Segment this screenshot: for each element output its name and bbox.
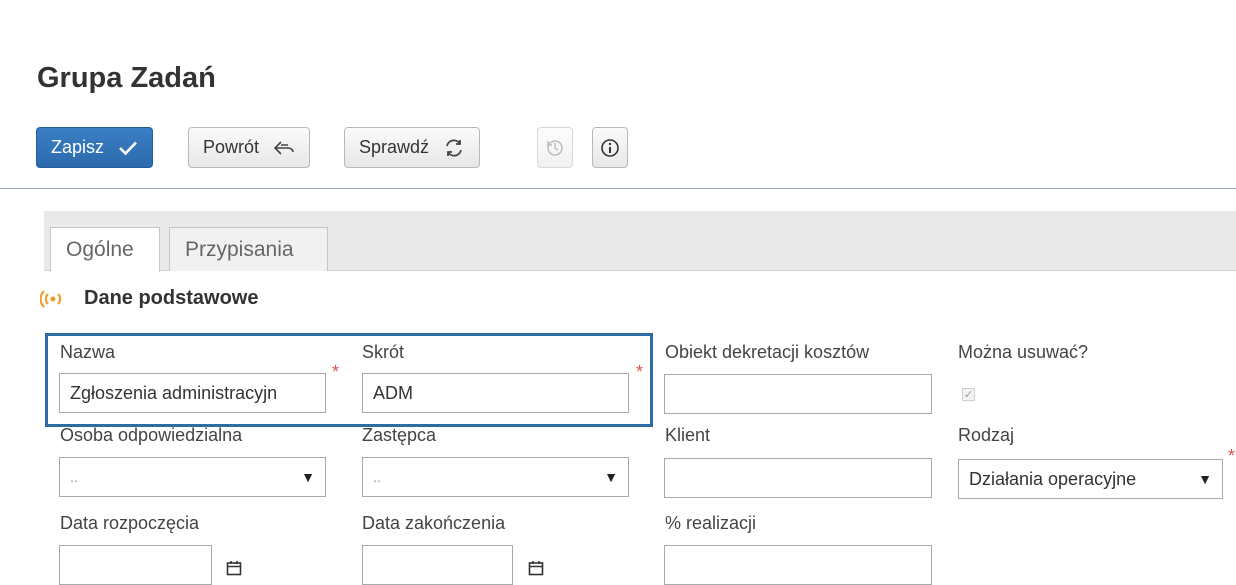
back-button[interactable]: Powrót (188, 127, 311, 168)
deletable-label: Można usuwać? (958, 342, 1089, 362)
history-icon (545, 138, 565, 158)
required-marker: * (1228, 446, 1236, 466)
client-input[interactable] (664, 458, 932, 498)
abbreviation-label: Skrót (362, 342, 405, 362)
check-button-label: Sprawdź (359, 137, 430, 157)
completion-percent-label: % realizacji (665, 513, 757, 533)
required-marker: * (636, 362, 644, 382)
abbreviation-input[interactable]: ADM (362, 373, 629, 413)
save-button-label: Zapisz (51, 137, 105, 157)
cost-object-input[interactable] (664, 374, 932, 414)
check-icon (118, 140, 138, 156)
dropdown-arrow-icon: ▼ (604, 469, 618, 485)
name-label: Nazwa (60, 342, 116, 362)
tab-assignments[interactable]: Przypisania (169, 227, 328, 271)
check-button[interactable]: Sprawdź (344, 127, 481, 168)
deputy-label: Zastępca (362, 425, 437, 445)
dropdown-arrow-icon: ▼ (301, 469, 315, 485)
type-value: Działania operacyjne (969, 468, 1137, 489)
type-select[interactable]: Działania operacyjne ▼ (958, 459, 1223, 499)
completion-percent-input[interactable] (664, 545, 932, 585)
responsible-person-value: .. (70, 469, 78, 485)
end-date-input[interactable] (362, 545, 513, 585)
section-header: Dane podstawowe (40, 287, 258, 310)
broadcast-icon (40, 288, 66, 310)
history-button[interactable] (537, 127, 573, 168)
required-marker: * (332, 362, 340, 382)
deletable-checkbox[interactable]: ✓ (962, 388, 975, 401)
info-icon (600, 138, 620, 158)
calendar-icon[interactable] (528, 560, 544, 576)
cost-object-label: Obiekt dekretacji kosztów (665, 342, 870, 362)
section-title: Dane podstawowe (84, 287, 259, 309)
deputy-value: .. (373, 469, 381, 485)
start-date-label: Data rozpoczęcia (60, 513, 200, 533)
undo-arrow-icon (273, 139, 295, 157)
dropdown-arrow-icon: ▼ (1198, 471, 1212, 487)
start-date-input[interactable] (59, 545, 212, 585)
responsible-person-label: Osoba odpowiedzialna (60, 425, 243, 445)
refresh-icon (443, 138, 465, 158)
back-button-label: Powrót (203, 137, 260, 157)
page-title: Grupa Zadań (37, 62, 216, 94)
toolbar-divider (0, 188, 1236, 189)
deputy-select[interactable]: .. ▼ (362, 457, 629, 497)
client-label: Klient (665, 425, 711, 445)
save-button[interactable]: Zapisz (36, 127, 154, 168)
responsible-person-select[interactable]: .. ▼ (59, 457, 326, 497)
name-input[interactable]: Zgłoszenia administracyjn (59, 373, 326, 413)
type-label: Rodzaj (958, 425, 1015, 445)
end-date-label: Data zakończenia (362, 513, 506, 533)
tab-general[interactable]: Ogólne (50, 227, 160, 272)
info-button[interactable] (592, 127, 628, 168)
calendar-icon[interactable] (226, 560, 242, 576)
